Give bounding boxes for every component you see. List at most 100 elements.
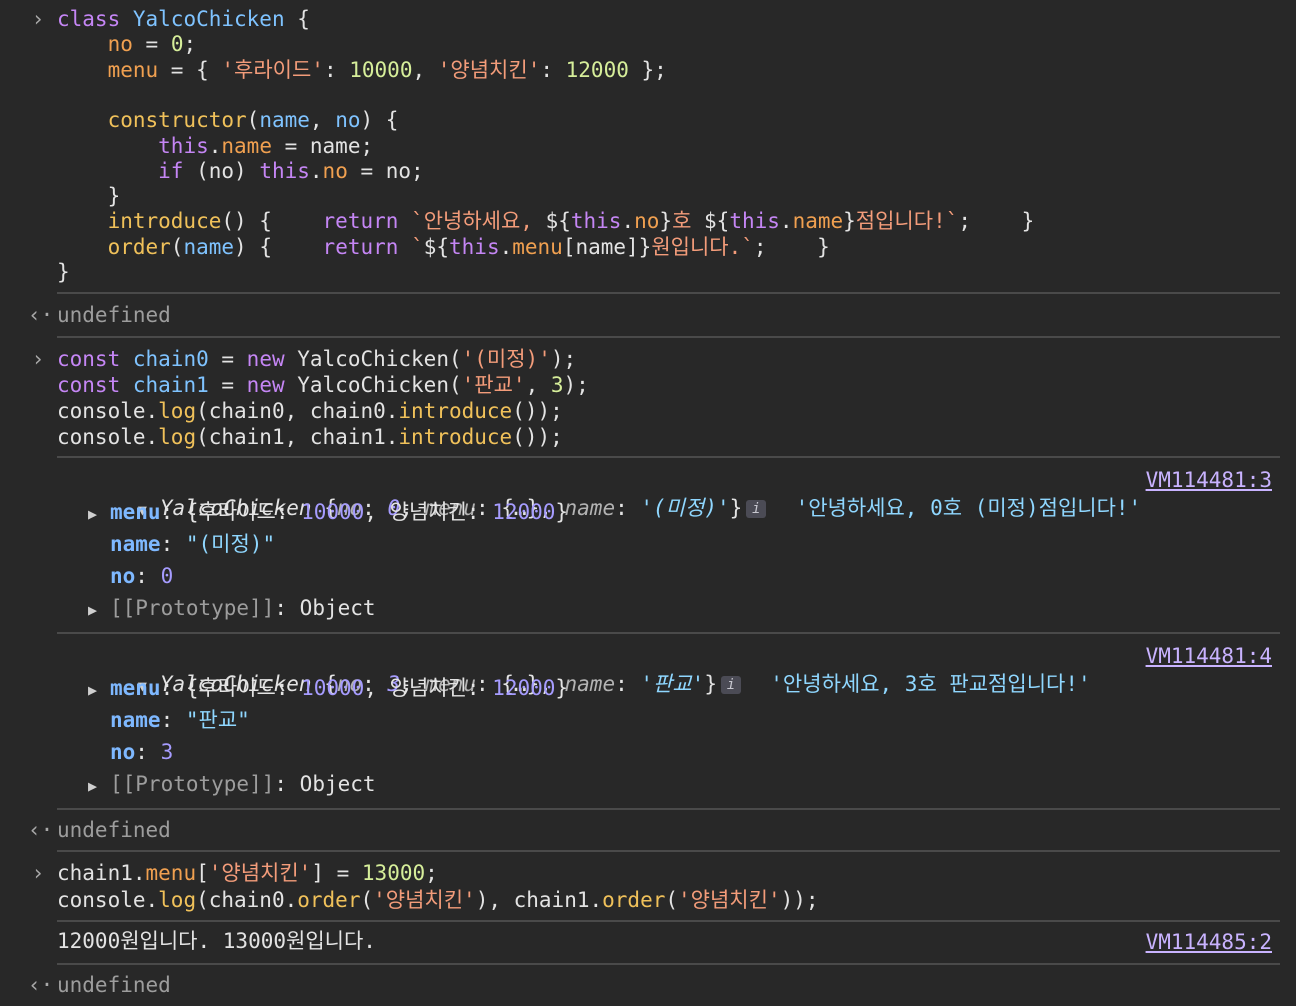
code-token: ${ (545, 209, 571, 234)
preview-token: '(미정)' (640, 496, 730, 520)
property-value: 후라이드 (198, 500, 276, 524)
property-value: 10000 (301, 676, 365, 700)
code-token: } (659, 209, 673, 234)
code-token: ] = (311, 861, 362, 885)
collapsed-triangle-icon[interactable]: ▶ (88, 676, 110, 704)
code-token: introduce (398, 425, 513, 449)
code-token: 3 (550, 373, 564, 397)
code-line: no = 0; (57, 31, 197, 57)
result-value: undefined (57, 303, 171, 327)
input-prompt-icon: › (31, 861, 45, 885)
console-log-entry-3: 12000원입니다. 13000원입니다. VM114485:2 (0, 928, 1296, 956)
info-icon[interactable]: i (720, 676, 741, 694)
code-token: chain1. (57, 861, 146, 885)
code-token: introduce (107, 209, 222, 234)
code-token: chain1 (132, 373, 209, 397)
source-link[interactable]: VM114485:2 (1146, 928, 1272, 956)
console-result-2: ‹· undefined (0, 817, 1296, 845)
code-token: '양념치킨' (373, 888, 476, 912)
property-colon: : (160, 708, 186, 732)
console-input-instances[interactable]: › const chain0 = new YalcoChicken('(미정)'… (0, 346, 1296, 450)
code-token: 12000 (565, 57, 629, 82)
property-value: 10000 (301, 500, 365, 524)
property-value: : (275, 500, 302, 524)
code-token: this (259, 158, 310, 183)
separator (57, 808, 1280, 810)
code-token: return (322, 234, 399, 259)
console-input-order[interactable]: › chain1.menu['양념치킨'] = 13000; console.lo… (0, 860, 1296, 912)
result-value: undefined (57, 818, 171, 842)
code-token: 원입니다.` (651, 234, 754, 259)
separator (57, 963, 1280, 965)
collapsed-triangle-icon[interactable]: ▶ (88, 500, 110, 528)
code-token: [name]} (562, 234, 652, 259)
code-token: 13000 (361, 861, 426, 885)
code-token: `안녕하세요, (411, 209, 546, 234)
code-token: ()); (512, 425, 563, 449)
code-token: const (57, 373, 121, 397)
collapsed-triangle-icon[interactable]: ▶ (88, 772, 110, 800)
console-log-entry-2: ▼ YalcoChicken {no: 3, menu: {…}, name: '… (0, 642, 1296, 802)
code-line: this.name = name; (57, 133, 373, 159)
code-token: [ (196, 861, 209, 885)
property-row[interactable]: ▶ [[Prototype]]: Object (88, 594, 376, 624)
property-row[interactable]: ▶ menu: {후라이드: 10000, 양념치킨: 12000} (88, 674, 568, 704)
input-prompt-icon: › (31, 7, 45, 31)
console-input-class-definition[interactable]: › class YalcoChicken { no = 0; menu = { … (0, 6, 1296, 288)
code-token: if (158, 158, 184, 183)
code-token: no (634, 209, 660, 234)
code-token: ()); (512, 399, 563, 423)
result-value: undefined (57, 973, 171, 997)
property-colon: : (160, 676, 186, 700)
code-token: order (107, 234, 171, 259)
code-token: 0 (170, 32, 184, 57)
preview-token: '판교' (640, 672, 705, 696)
code-token: )); (780, 888, 819, 912)
property-value: } (555, 676, 569, 700)
separator (57, 292, 1280, 294)
code-token: , (525, 373, 551, 397)
code-token: ( (246, 108, 260, 133)
code-line: console.log(chain0.order('양념치킨'), chain1… (57, 887, 819, 913)
code-token: name (259, 108, 310, 133)
property-row: no: 3 (88, 738, 173, 766)
info-icon[interactable]: i (746, 500, 767, 518)
code-token: = { (158, 57, 222, 82)
code-token: no (335, 108, 361, 133)
code-token: } (843, 209, 856, 234)
code-token: ) { (360, 108, 399, 133)
code-token: } (57, 260, 70, 284)
code-token: '후라이드' (221, 57, 324, 82)
preview-token: } (704, 672, 717, 696)
property-value: "판교" (185, 708, 250, 732)
preview-token: : (615, 496, 641, 520)
code-token: '양념치킨' (208, 861, 312, 885)
property-row[interactable]: ▶ menu: {후라이드: 10000, 양념치킨: 12000} (88, 498, 568, 528)
property-row[interactable]: ▶ [[Prototype]]: Object (88, 770, 376, 800)
code-token: console. (57, 888, 159, 912)
separator (57, 850, 1280, 852)
property-value: : (466, 676, 493, 700)
collapsed-triangle-icon[interactable]: ▶ (88, 596, 110, 624)
property-colon: : (160, 500, 186, 524)
result-prompt-icon: ‹· (28, 818, 54, 842)
code-token: (chain0. (196, 888, 298, 912)
code-line: if (no) this.no = no; (57, 158, 424, 184)
source-link[interactable]: VM114481:4 (1146, 642, 1272, 670)
property-key: menu (110, 500, 161, 524)
code-line: console.log(chain0, chain0.introduce()); (57, 398, 563, 424)
code-token: YalcoChicken (132, 7, 285, 31)
property-key: no (110, 740, 136, 764)
code-line: class YalcoChicken { (57, 6, 310, 32)
code-token: , (412, 57, 438, 82)
code-token: . (309, 158, 323, 183)
source-link[interactable]: VM114481:3 (1146, 466, 1272, 494)
separator (57, 336, 1280, 338)
code-token: ) { (234, 234, 323, 259)
property-value: Object (299, 596, 376, 620)
code-token: no (322, 158, 348, 183)
code-token: : (540, 57, 566, 82)
